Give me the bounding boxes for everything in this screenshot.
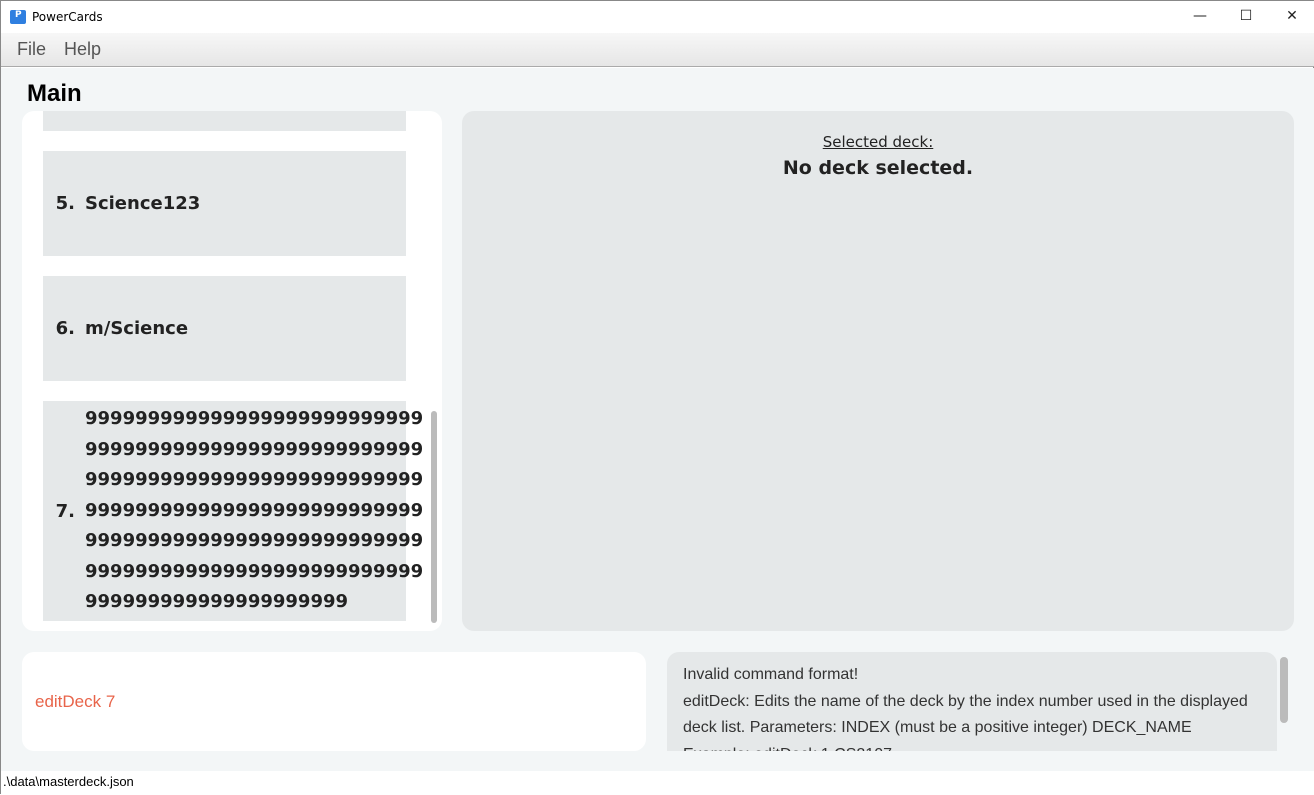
deck-card[interactable]: 7. 999999999999999999999999999 999999999… (43, 401, 423, 621)
page-title: Main (27, 80, 82, 107)
command-input[interactable]: editDeck 7 (22, 652, 646, 751)
result-scrollbar[interactable] (1280, 657, 1288, 723)
deck-name-line: 999999999999999999999999999 (85, 530, 424, 552)
deck-name-line: 999999999999999999999999999 (85, 438, 424, 460)
deck-index: 5. (55, 193, 75, 214)
window-title: PowerCards (32, 10, 103, 24)
deck-card-partial[interactable] (43, 111, 406, 131)
result-display: Invalid command format! editDeck: Edits … (667, 652, 1277, 751)
maximize-button[interactable]: ☐ (1223, 1, 1269, 31)
deck-name-line: 999999999999999999999 (85, 591, 349, 613)
deck-card[interactable]: 5. Science123 (43, 151, 406, 256)
deck-list-scrollbar[interactable] (431, 411, 437, 623)
deck-name-line: 999999999999999999999999999 (85, 499, 424, 521)
result-line: Example: editDeck 1 CS2107 (683, 742, 1261, 752)
menu-file[interactable]: File (17, 39, 46, 60)
selected-deck-panel: Selected deck: No deck selected. (462, 111, 1294, 631)
menu-bar: File Help (1, 33, 1314, 67)
minimize-button[interactable]: — (1177, 1, 1223, 31)
app-icon (10, 10, 26, 24)
deck-name: m/Science (85, 318, 189, 339)
result-line: Invalid command format! (683, 666, 859, 683)
deck-name-line: 999999999999999999999999999 (85, 408, 424, 430)
deck-name: 999999999999999999999999999 999999999999… (85, 404, 423, 618)
close-button[interactable]: ✕ (1269, 1, 1314, 31)
deck-index: 6. (55, 318, 75, 339)
deck-card[interactable]: 6. m/Science (43, 276, 406, 381)
title-bar: PowerCards — ☐ ✕ (1, 1, 1314, 33)
deck-index: 7. (55, 500, 75, 522)
deck-name-line: 999999999999999999999999999 (85, 469, 424, 491)
result-line: editDeck: Edits the name of the deck by … (683, 692, 1248, 737)
main-area: Main 5. Science123 6. m/Science 7. 99999… (1, 68, 1314, 771)
selected-deck-label: Selected deck: (822, 133, 934, 151)
command-text[interactable]: editDeck 7 (35, 692, 115, 712)
deck-name: Science123 (85, 193, 201, 214)
selected-deck-value: No deck selected. (782, 157, 974, 179)
menu-help[interactable]: Help (64, 39, 101, 60)
status-bar-path: .\data\masterdeck.json (1, 771, 1314, 795)
deck-name-line: 999999999999999999999999999 (85, 560, 424, 582)
deck-list[interactable]: 5. Science123 6. m/Science 7. 9999999999… (22, 111, 442, 631)
